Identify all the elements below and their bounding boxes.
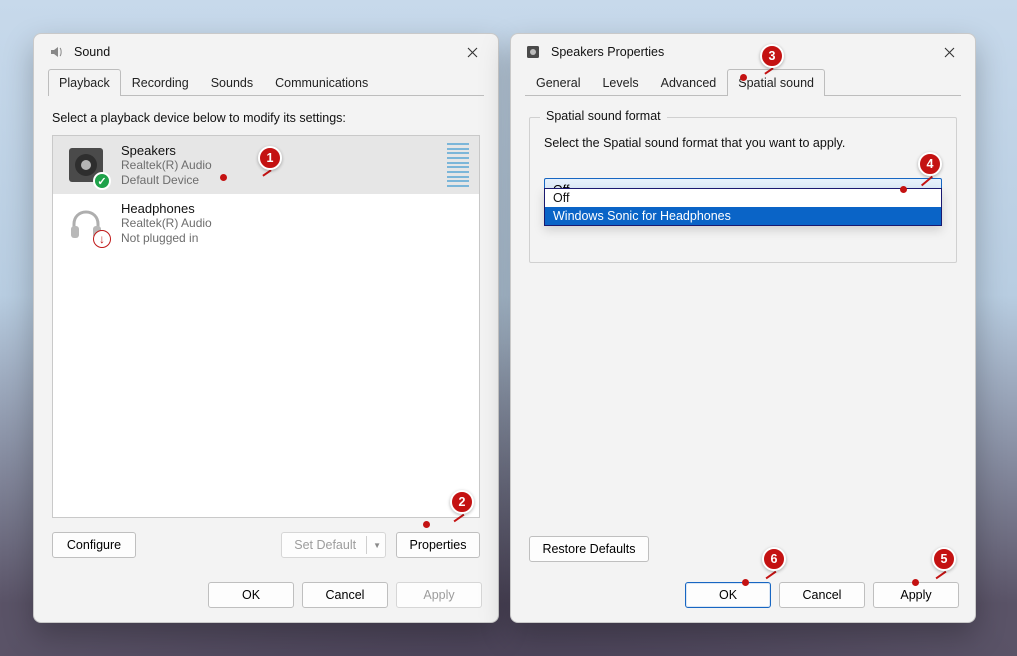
- tab-sounds[interactable]: Sounds: [200, 69, 264, 96]
- restore-defaults-button[interactable]: Restore Defaults: [529, 536, 649, 562]
- device-status: Not plugged in: [121, 231, 212, 246]
- annotation-2: 2: [450, 490, 474, 514]
- group-legend: Spatial sound format: [540, 109, 667, 123]
- tab-levels[interactable]: Levels: [591, 69, 649, 96]
- device-name: Headphones: [121, 201, 212, 216]
- titlebar: Speakers Properties: [511, 34, 975, 70]
- device-headphones[interactable]: ↓ Headphones Realtek(R) Audio Not plugge…: [53, 194, 479, 252]
- dropdown-item-windows-sonic[interactable]: Windows Sonic for Headphones: [545, 207, 941, 225]
- device-name: Speakers: [121, 143, 212, 158]
- device-driver: Realtek(R) Audio: [121, 216, 212, 231]
- tab-communications[interactable]: Communications: [264, 69, 379, 96]
- annotation-3: 3: [760, 44, 784, 68]
- properties-window: Speakers Properties General Levels Advan…: [510, 33, 976, 623]
- speaker-icon: ✓: [63, 142, 109, 188]
- ok-button[interactable]: OK: [208, 582, 294, 608]
- annotation-1: 1: [258, 146, 282, 170]
- configure-button[interactable]: Configure: [52, 532, 136, 558]
- annotation-6: 6: [762, 547, 786, 571]
- close-button[interactable]: [929, 38, 969, 66]
- spatial-format-dropdown[interactable]: Off Windows Sonic for Headphones: [544, 188, 942, 226]
- group-text: Select the Spatial sound format that you…: [544, 136, 942, 150]
- set-default-label: Set Default: [294, 538, 356, 552]
- tab-general[interactable]: General: [525, 69, 591, 96]
- tab-spatial-sound[interactable]: Spatial sound: [727, 69, 825, 96]
- annotation-5-dot: [912, 579, 919, 586]
- titlebar: Sound: [34, 34, 498, 70]
- sound-icon: [48, 44, 64, 60]
- sound-window: Sound Playback Recording Sounds Communic…: [33, 33, 499, 623]
- annotation-4: 4: [918, 152, 942, 176]
- properties-button[interactable]: Properties: [396, 532, 480, 558]
- device-driver: Realtek(R) Audio: [121, 158, 212, 173]
- tabstrip: General Levels Advanced Spatial sound: [511, 68, 975, 96]
- annotation-6-dot: [742, 579, 749, 586]
- instruction-text: Select a playback device below to modify…: [52, 111, 480, 125]
- headphones-icon: ↓: [63, 200, 109, 246]
- tab-playback[interactable]: Playback: [48, 69, 121, 96]
- check-icon: ✓: [93, 172, 111, 190]
- annotation-1-dot: [220, 174, 227, 181]
- cancel-button[interactable]: Cancel: [779, 582, 865, 608]
- unplugged-icon: ↓: [93, 230, 111, 248]
- apply-button[interactable]: Apply: [396, 582, 482, 608]
- chevron-down-icon: ▼: [373, 541, 381, 550]
- annotation-5: 5: [932, 547, 956, 571]
- ok-button[interactable]: OK: [685, 582, 771, 608]
- tab-recording[interactable]: Recording: [121, 69, 200, 96]
- spatial-sound-group: Spatial sound format Select the Spatial …: [529, 117, 957, 263]
- device-status: Default Device: [121, 173, 212, 188]
- speaker-icon: [525, 44, 541, 60]
- tab-advanced[interactable]: Advanced: [650, 69, 728, 96]
- dropdown-item-off[interactable]: Off: [545, 189, 941, 207]
- tabstrip: Playback Recording Sounds Communications: [34, 68, 498, 96]
- annotation-2-dot: [423, 521, 430, 528]
- window-title: Sound: [74, 45, 452, 59]
- set-default-button[interactable]: Set Default ▼: [281, 532, 386, 558]
- close-button[interactable]: [452, 38, 492, 66]
- annotation-3-dot: [740, 74, 747, 81]
- window-title: Speakers Properties: [551, 45, 929, 59]
- annotation-4-dot: [900, 186, 907, 193]
- device-list[interactable]: ✓ Speakers Realtek(R) Audio Default Devi…: [52, 135, 480, 518]
- cancel-button[interactable]: Cancel: [302, 582, 388, 608]
- level-meter-icon: [447, 143, 469, 187]
